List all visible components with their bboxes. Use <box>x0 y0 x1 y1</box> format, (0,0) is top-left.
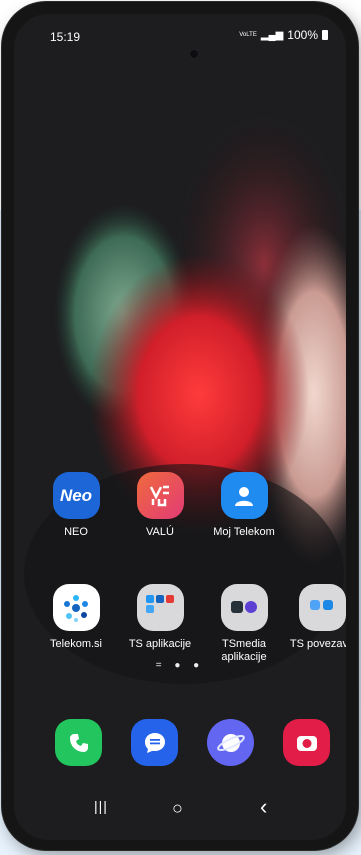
neo-icon: Neo <box>52 472 100 519</box>
app-label: Moj Telekom <box>213 526 275 538</box>
app-label: NEO <box>64 526 88 538</box>
app-label: TS aplikacije <box>128 638 192 650</box>
phone-icon[interactable] <box>55 719 102 766</box>
battery-icon <box>322 30 328 40</box>
messages-icon[interactable] <box>131 719 178 766</box>
app-label: VALÚ <box>146 526 174 538</box>
volte-icon: VoLTE <box>239 32 257 38</box>
back-button[interactable]: ‹ <box>260 794 267 820</box>
navigation-bar: ||| ○ ‹ <box>14 794 346 819</box>
recents-button[interactable]: ||| <box>94 798 108 814</box>
battery-percent: 100% <box>287 28 318 42</box>
status-bar: 15:19 VoLTE ▂▄▆ 100% <box>14 14 346 50</box>
app-neo[interactable]: Neo NEO <box>35 472 117 539</box>
wallpaper <box>14 14 346 840</box>
app-valu[interactable]: VALÚ <box>119 472 201 539</box>
front-camera <box>190 50 198 58</box>
camera-icon[interactable] <box>283 719 330 766</box>
valu-icon <box>136 472 184 519</box>
status-time: 15:19 <box>50 30 81 44</box>
app-label: Telekom.si <box>50 638 102 650</box>
telekom-si-icon <box>52 584 100 631</box>
app-label: TS povezave <box>289 638 346 650</box>
home-screen: 15:19 VoLTE ▂▄▆ 100% Neo NEO VALÚ Moj Te… <box>14 14 346 840</box>
folder-icon <box>298 584 346 631</box>
page-indicator[interactable]: = ● ● <box>14 660 346 671</box>
folder-icon <box>136 584 184 631</box>
phone-frame: 15:19 VoLTE ▂▄▆ 100% Neo NEO VALÚ Moj Te… <box>2 2 358 850</box>
folder-ts-aplikacije[interactable]: TS aplikacije <box>119 584 201 651</box>
status-icons: VoLTE ▂▄▆ 100% <box>239 28 328 42</box>
app-telekom-si[interactable]: Telekom.si <box>35 584 117 651</box>
folder-tsmedia-aplikacije[interactable]: TSmedia aplikacije <box>203 584 285 664</box>
moj-telekom-icon <box>220 472 268 519</box>
app-moj-telekom[interactable]: Moj Telekom <box>203 472 285 539</box>
internet-icon[interactable] <box>207 719 254 766</box>
home-button[interactable]: ○ <box>172 798 183 819</box>
folder-icon <box>220 584 268 631</box>
folder-ts-povezave[interactable]: TS povezave <box>278 584 346 651</box>
signal-icon: ▂▄▆ <box>260 29 284 41</box>
